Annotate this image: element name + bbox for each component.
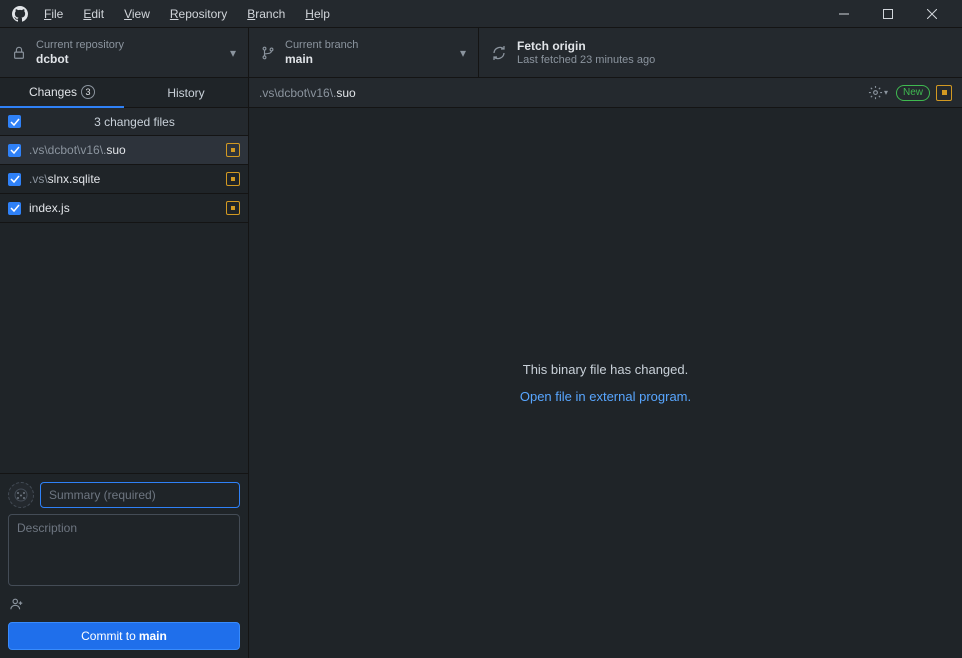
avatar[interactable] [8,482,34,508]
chevron-down-icon: ▾ [460,46,466,60]
git-branch-icon [261,46,275,60]
select-all-checkbox[interactable] [8,115,21,128]
fetch-sub: Last fetched 23 minutes ago [517,54,655,66]
menubar: File Edit View Repository Branch Help [36,5,338,23]
sync-icon [491,45,507,61]
chevron-down-icon: ▾ [230,46,236,60]
sidebar-tabs: Changes 3 History [0,78,248,108]
chevron-down-icon: ▾ [884,88,888,97]
commit-form: Commit to main [0,473,248,658]
lock-icon [12,46,26,60]
new-badge[interactable]: New [896,85,930,101]
branch-selector[interactable]: Current branch main ▾ [249,28,479,77]
tab-history-label: History [167,86,204,100]
open-external-link[interactable]: Open file in external program. [520,389,691,404]
changed-files-header: 3 changed files [0,108,248,136]
menu-branch[interactable]: Branch [239,5,293,23]
avatar-placeholder-icon [13,487,29,503]
file-checkbox[interactable] [8,173,21,186]
modified-icon [226,201,240,215]
repo-value: dcbot [36,52,124,66]
github-logo-icon [12,6,28,22]
branch-label: Current branch [285,39,358,51]
diff-panel: .vs\dcbot\v16\.suo ▾ New This binary fil… [249,78,962,658]
tab-changes[interactable]: Changes 3 [0,78,124,108]
branch-value: main [285,52,358,66]
window-controls [822,0,954,28]
repo-label: Current repository [36,39,124,51]
file-checkbox[interactable] [8,144,21,157]
file-row[interactable]: .vs\dcbot\v16\.suo [0,136,248,165]
commit-button[interactable]: Commit to main [8,622,240,650]
file-path: .vs\slnx.sqlite [29,172,218,186]
maximize-button[interactable] [866,0,910,28]
menu-edit[interactable]: Edit [75,5,112,23]
add-coauthor-button[interactable] [8,592,240,616]
tab-changes-label: Changes [29,85,77,99]
diff-settings-button[interactable]: ▾ [866,83,890,102]
diff-body: This binary file has changed. Open file … [249,108,962,658]
file-list: .vs\dcbot\v16\.suo .vs\slnx.sqlite index… [0,136,248,473]
file-path: index.js [29,201,218,215]
modified-icon [226,172,240,186]
file-path: .vs\dcbot\v16\.suo [29,143,218,157]
header-row: Current repository dcbot ▾ Current branc… [0,28,962,78]
description-input[interactable] [8,514,240,586]
summary-input[interactable] [40,482,240,508]
sidebar: Changes 3 History 3 changed files .vs\dc… [0,78,249,658]
modified-icon [226,143,240,157]
repo-selector[interactable]: Current repository dcbot ▾ [0,28,249,77]
file-row[interactable]: .vs\slnx.sqlite [0,165,248,194]
fetch-label: Fetch origin [517,39,655,53]
fetch-origin-button[interactable]: Fetch origin Last fetched 23 minutes ago [479,28,719,77]
minimize-button[interactable] [822,0,866,28]
menu-help[interactable]: Help [297,5,338,23]
modified-indicator[interactable] [936,85,952,101]
menu-view[interactable]: View [116,5,158,23]
file-row[interactable]: index.js [0,194,248,223]
gear-icon [868,85,883,100]
diff-header: .vs\dcbot\v16\.suo ▾ New [249,78,962,108]
titlebar: File Edit View Repository Branch Help [0,0,962,28]
close-button[interactable] [910,0,954,28]
changes-count-badge: 3 [81,85,95,99]
tab-history[interactable]: History [124,78,248,108]
file-checkbox[interactable] [8,202,21,215]
diff-filepath: .vs\dcbot\v16\.suo [259,86,860,100]
changed-files-label: 3 changed files [29,115,240,129]
menu-file[interactable]: File [36,5,71,23]
menu-repository[interactable]: Repository [162,5,235,23]
person-add-icon [10,597,24,611]
binary-message: This binary file has changed. [523,362,688,377]
